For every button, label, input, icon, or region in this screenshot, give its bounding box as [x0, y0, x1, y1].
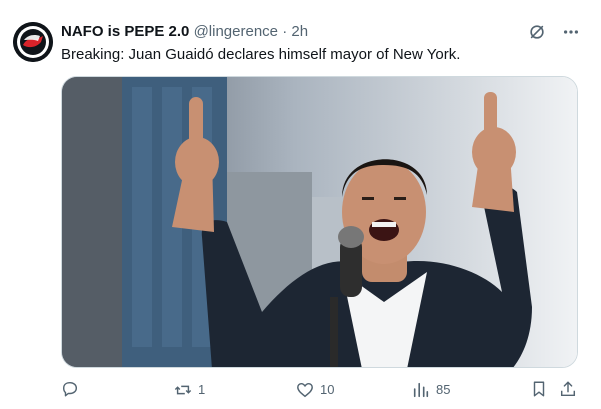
- tweet-header: NAFO is PEPE 2.0 @lingerence · 2h: [61, 22, 308, 42]
- retweet-count: 1: [198, 382, 206, 397]
- tweet[interactable]: NAFO is PEPE 2.0 @lingerence · 2h Breaki…: [0, 0, 601, 409]
- tweet-actions: 1 10 85: [61, 380, 578, 400]
- avatar[interactable]: [13, 22, 53, 62]
- tweet-photo[interactable]: [61, 76, 578, 368]
- like-count: 10: [320, 382, 335, 397]
- views-count: 85: [436, 382, 451, 397]
- retweet-icon: [174, 385, 192, 395]
- views-button[interactable]: 85: [412, 380, 450, 400]
- bookmark-button[interactable]: [530, 380, 548, 398]
- separator-dot: ·: [282, 23, 288, 40]
- grok-icon[interactable]: [527, 22, 547, 42]
- tweet-text: Breaking: Juan Guaidó declares himself m…: [61, 46, 461, 63]
- bookmark-icon: [533, 381, 545, 397]
- author-name[interactable]: NAFO is PEPE 2.0: [61, 23, 189, 40]
- speaker-photo: [62, 77, 577, 367]
- reply-icon: [62, 381, 78, 397]
- share-button[interactable]: [559, 380, 577, 398]
- timestamp[interactable]: 2h: [291, 23, 308, 40]
- author-handle[interactable]: @lingerence: [194, 23, 278, 40]
- views-icon: [413, 382, 429, 398]
- like-icon: [297, 382, 313, 398]
- like-button[interactable]: 10: [296, 380, 334, 400]
- tweet-top-actions: [527, 22, 581, 42]
- share-icon: [560, 381, 576, 397]
- retweet-button[interactable]: 1: [174, 380, 205, 400]
- antifa-flag-avatar-icon: [13, 22, 53, 62]
- reply-button[interactable]: [61, 380, 85, 398]
- more-icon[interactable]: [561, 22, 581, 42]
